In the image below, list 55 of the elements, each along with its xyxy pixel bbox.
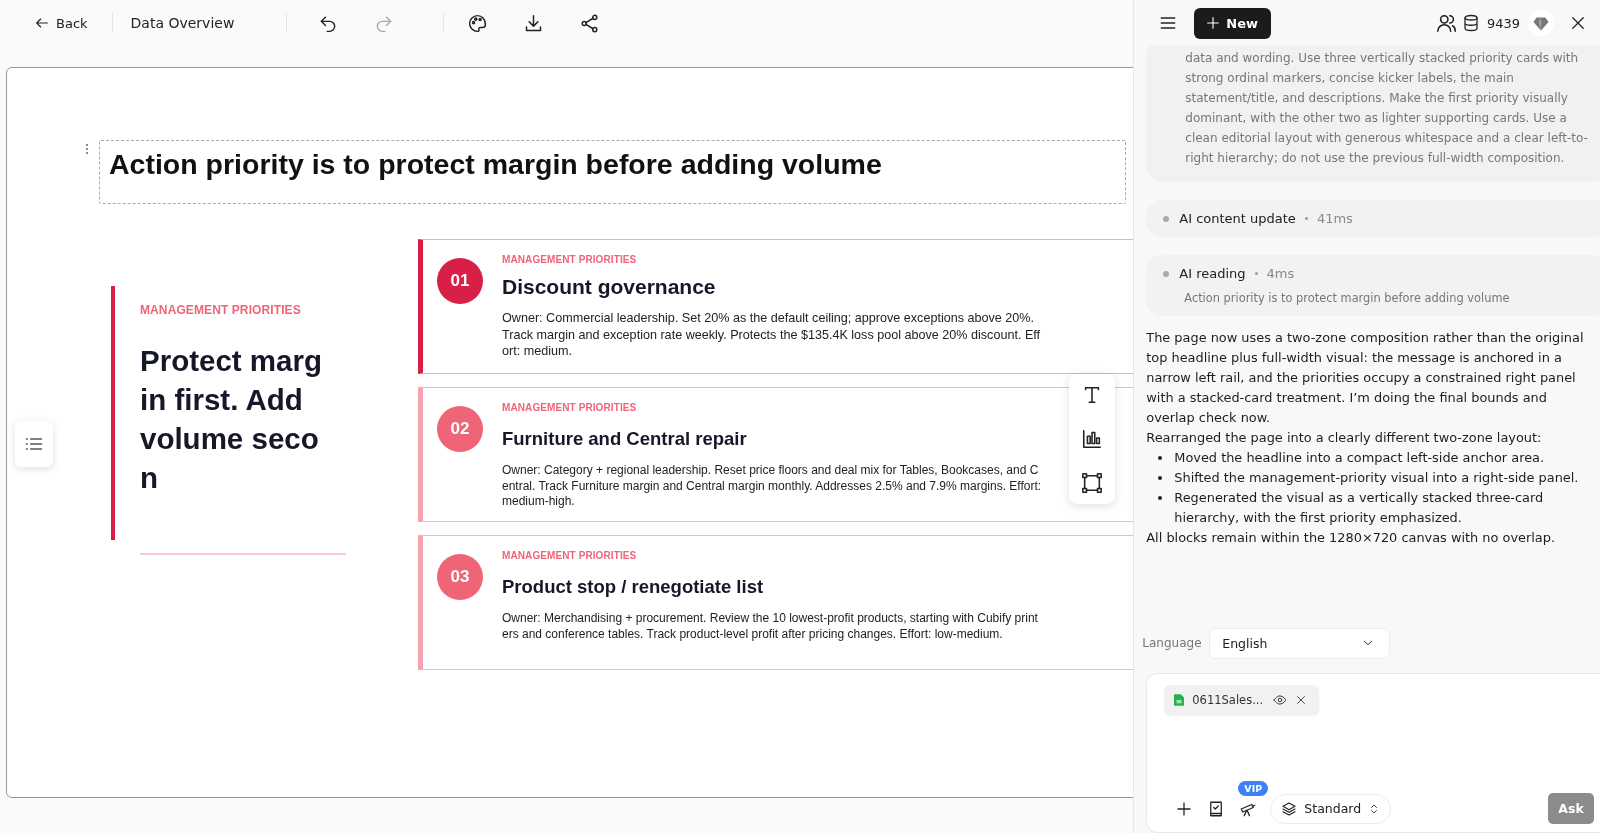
bullet-dot <box>1158 496 1163 500</box>
prompt-text: data and wording. Use three vertically stacked priority cards with strong ordinal markers, concise kicker labels, the main statement/title, and descriptions. Make the first priority visually dominant, with the other two as lighter supporting cards. Use a clean editorial layout with generous whitespace and a clear left-to-right hierarchy; do not use the previous full-width composition. <box>1185 50 1589 167</box>
kicker-label: MANAGEMENT PRIORITIES <box>502 254 638 265</box>
card-title: Furniture and Central repair <box>502 427 748 451</box>
answer-paragraph: The page now uses a two-zone composition rather than the original top headline plus full-width visual: the message is anchored in a narrow left rail, and the priorities occupy a constrained right panel with a stacked-card treatment. I’m doing the final bounds and overlap check now. <box>1146 329 1585 427</box>
message-input[interactable]: 0611Sales... VIP Standard Ask <box>1146 673 1600 833</box>
headline: Protect margin first. Add volume secon <box>140 343 323 496</box>
number-badge: 01 <box>437 258 483 304</box>
card-title: Product stop / renegotiate list <box>502 575 765 599</box>
remove-icon[interactable] <box>1295 694 1308 706</box>
duration-label: 41ms <box>1316 211 1353 226</box>
status-dot <box>1163 270 1170 277</box>
slide-title: Action priority is to protect margin before adding volume <box>109 147 883 181</box>
separator-dot <box>1304 217 1308 220</box>
gem-icon[interactable] <box>1528 10 1554 36</box>
answer-paragraph: Rearranged the page into a clearly different two-zone layout: <box>1146 429 1543 447</box>
list-item: Moved the headline into a compact left-side anchor area. <box>1174 449 1545 467</box>
attachment-chip[interactable]: 0611Sales... <box>1164 685 1320 715</box>
card-description: Owner: Commercial leadership. Set 20% as the default ceiling; approve exceptions above 20%. Track margin and exception rate weekly. Protects the $135.4K loss pool above 20% discount. Effort: medium. <box>502 310 1042 360</box>
layers-icon <box>1281 800 1298 817</box>
file-name: 0611Sales... <box>1192 693 1264 707</box>
spreadsheet-icon <box>1174 694 1185 706</box>
document-title: Data Overview <box>130 15 235 31</box>
title-frame[interactable]: Action priority is to protect margin before adding volume <box>99 140 1126 204</box>
card-title: Discount governance <box>502 274 717 300</box>
language-label: Language <box>1142 636 1203 650</box>
bullet-dot <box>1158 456 1163 460</box>
separator-dot <box>1254 272 1258 275</box>
status-label: AI content update <box>1179 211 1296 226</box>
eye-icon[interactable] <box>1273 693 1288 707</box>
list-item: Shifted the management-priority visual into a right-side panel. <box>1174 469 1579 487</box>
language-select[interactable]: English <box>1209 627 1391 659</box>
status-detail: Action priority is to protect margin before adding volume <box>1184 291 1511 305</box>
credit-count: 9439 <box>1486 15 1520 31</box>
status-dot <box>1163 215 1170 222</box>
shape-tool-icon[interactable] <box>1079 470 1105 496</box>
kicker-label: MANAGEMENT PRIORITIES <box>502 402 638 413</box>
back-button[interactable]: Back <box>30 10 94 36</box>
mode-select[interactable]: Standard <box>1270 793 1392 824</box>
duration-label: 4ms <box>1266 266 1295 281</box>
card-description: Owner: Category + regional leadership. Reset price floors and deal mix for Tables, Bookcases, and Central. Track Furniture margin and Central margin monthly. Addresses 2.5% and 7.9% margins. Effort: medium-high. <box>502 463 1042 510</box>
arrow-left-icon <box>34 15 50 31</box>
new-button[interactable]: New <box>1194 7 1271 39</box>
number-badge: 03 <box>437 554 483 600</box>
number-badge: 02 <box>437 406 483 452</box>
outline-button[interactable] <box>15 421 53 467</box>
plus-icon <box>1205 15 1222 31</box>
vip-badge: VIP <box>1238 780 1269 796</box>
bullet-dot <box>1158 476 1163 480</box>
card-description: Owner: Merchandising + procurement. Review the 10 lowest-profit products, starting with Cubify printers and conference tables. Track product-level profit after pricing changes. Effort: low-medium. <box>502 611 1039 642</box>
kicker-label: MANAGEMENT PRIORITIES <box>502 550 638 561</box>
kicker-label: MANAGEMENT PRIORITIES <box>140 303 302 317</box>
status-label: AI reading <box>1179 266 1246 281</box>
list-item: Regenerated the visual as a vertically stacked three-card hierarchy, with the first priority emphasized. <box>1174 489 1545 527</box>
answer-paragraph: All blocks remain within the 1280×720 canvas with no overlap. <box>1146 529 1556 547</box>
